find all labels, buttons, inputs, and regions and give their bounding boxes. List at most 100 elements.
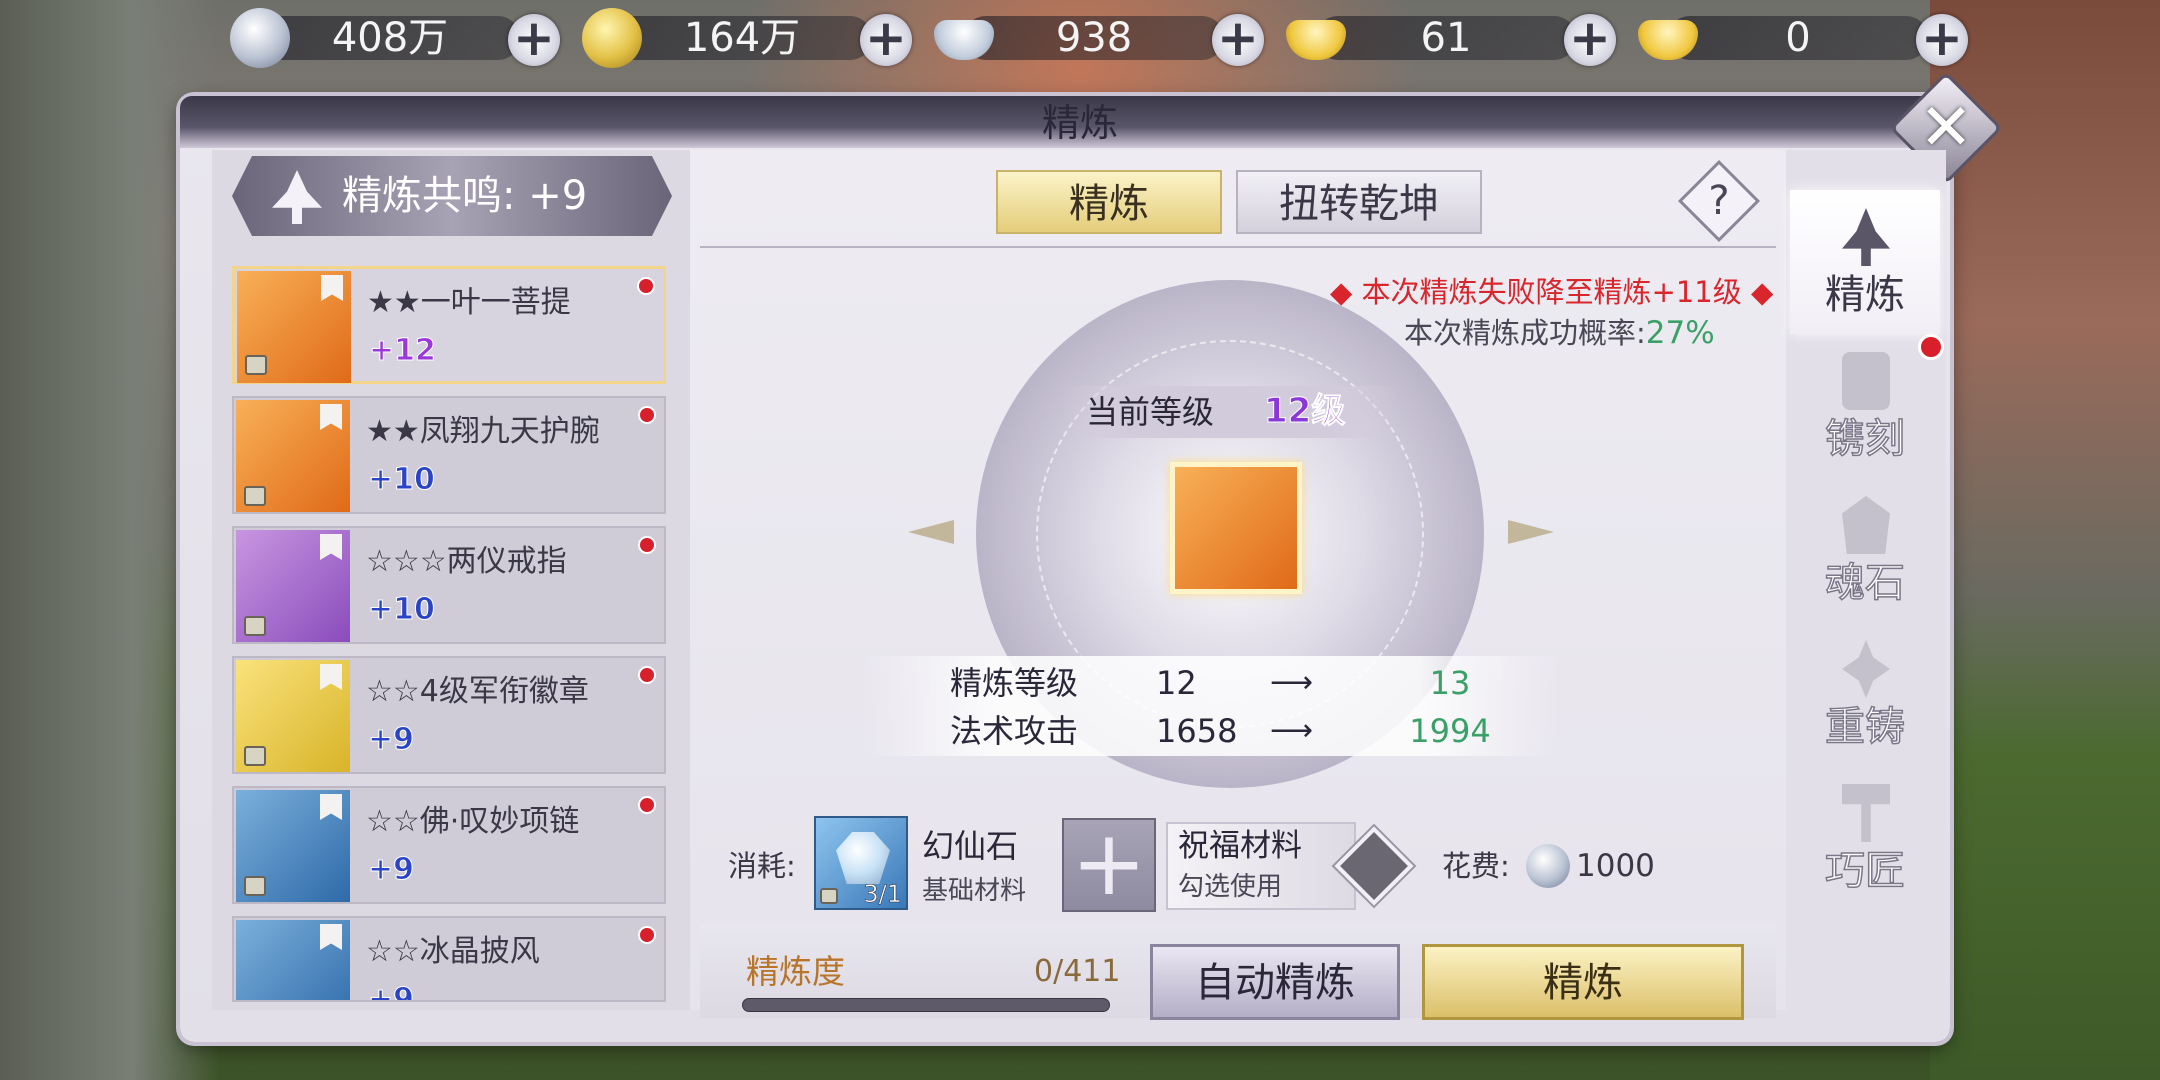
progress-label: 精炼度 [746,952,845,991]
bless-title: 祝福材料 [1178,828,1302,864]
fee-value: 1000 [1576,848,1655,884]
arrow-icon: ⟶ [1270,665,1314,700]
stat-changes: 精炼等级 12 ⟶ 13 法术攻击 1658 ⟶ 1994 [860,656,1560,756]
add-currency-button[interactable]: + [860,13,912,66]
engrave-icon [1842,352,1890,410]
resonance-label: 精炼共鸣: +9 [342,173,588,219]
recast-icon [1842,640,1890,698]
probability-label: 本次精炼成功概率: [1404,316,1646,350]
item-name: ★★凤翔九天护腕 [366,414,600,449]
side-tab-soulstone[interactable]: 魂石 [1790,478,1940,622]
red-dot-badge [638,926,656,944]
currency-gold-coin: 164万 + [582,6,912,68]
current-level: 当前等级 12级 [1060,386,1400,438]
red-dot-badge [637,277,655,295]
currency-locked-gold-ingot: 61 + [1286,6,1616,66]
stat-row: 精炼等级 12 ⟶ 13 [860,660,1560,706]
arrow-left-icon [908,520,954,544]
item-level: +9 [367,852,415,888]
red-dot-badge [638,796,656,814]
lock-icon [244,486,266,506]
material-name: 幻仙石 [922,827,1019,865]
side-tab-engrave[interactable]: 镌刻 [1790,334,1940,478]
auto-refine-button[interactable]: 自动精炼 [1150,944,1400,1020]
stat-from: 12 [1156,664,1197,702]
item-level: +12 [369,333,437,369]
item-name: ★★一叶一菩提 [367,285,571,320]
item-name: ☆☆4级军衔徽章 [366,674,589,709]
side-tab-recast[interactable]: 重铸 [1790,622,1940,766]
item-name: ☆☆冰晶披风 [366,934,540,969]
side-tab-label: 巧匠 [1824,847,1906,895]
item-level: +10 [368,592,436,628]
arrow-right-icon [1508,520,1554,544]
equipment-item[interactable]: ☆☆☆两仪戒指 +10 [232,526,666,644]
item-name: ☆☆☆两仪戒指 [366,544,567,579]
equipment-item[interactable]: ★★一叶一菩提 +12 [232,266,666,384]
stat-from: 1658 [1156,712,1238,750]
stat-label: 精炼等级 [950,664,1079,702]
tab-reverse[interactable]: 扭转乾坤 [1236,170,1482,234]
fail-warning: ◆ 本次精炼失败降至精炼+11级 ◆ [1330,275,1774,309]
side-tab-label: 镌刻 [1824,415,1906,463]
red-dot-badge [1918,334,1944,360]
crystal-icon [836,832,890,884]
bless-material[interactable]: 祝福材料 勾选使用 [1166,822,1356,910]
equipment-item[interactable]: ☆☆4级军衔徽章 +9 [232,656,666,774]
craftsman-icon [1842,784,1890,842]
stat-label: 法术攻击 [950,712,1079,750]
equipment-item[interactable]: ☆☆冰晶披风 +9 [232,916,666,1002]
success-probability: 本次精炼成功概率:27% [1404,314,1715,352]
progress-bar [742,998,1110,1012]
equipment-item[interactable]: ★★凤翔九天护腕 +10 [232,396,666,514]
add-currency-button[interactable]: + [1916,13,1968,66]
currency-value: 408万 [331,15,449,61]
question-icon: ? [1708,178,1730,224]
stat-to: 13 [1429,664,1471,702]
fee-label: 花费: [1442,849,1510,883]
red-dot-badge [638,406,656,424]
consume-label: 消耗: [728,849,796,883]
red-dot-badge [638,536,656,554]
silver-coin-icon [1526,844,1570,888]
refine-button[interactable]: 精炼 [1422,944,1744,1020]
lock-icon [820,888,838,904]
arrow-icon: ⟶ [1270,713,1314,748]
gold-coin-icon [582,8,642,68]
item-level: +10 [368,462,436,498]
divider [700,246,1776,248]
add-currency-button[interactable]: + [1212,13,1264,66]
tab-refine[interactable]: 精炼 [996,170,1222,234]
material-type: 基础材料 [922,876,1027,906]
bless-subtitle: 勾选使用 [1178,872,1283,902]
add-currency-button[interactable]: + [1564,13,1616,66]
material-slot[interactable]: 3/1 [814,816,908,910]
item-level: +9 [367,722,415,758]
equipment-item[interactable]: ☆☆佛·叹妙项链 +9 [232,786,666,904]
progress-value: 0/411 [1034,954,1121,989]
stat-row: 法术攻击 1658 ⟶ 1994 [860,708,1560,754]
side-tab-label: 魂石 [1824,559,1906,607]
currency-value: 0 [1785,15,1811,61]
selected-sword-icon[interactable] [1170,462,1302,594]
current-level-label: 当前等级 [1086,393,1215,431]
red-dot-badge [638,666,656,684]
item-name: ☆☆佛·叹妙项链 [366,804,580,839]
lock-icon [244,746,266,766]
currency-gold-ingot: 0 + [1638,6,1968,66]
lock-icon [245,355,267,375]
add-bless-material-button[interactable]: + [1062,818,1156,912]
add-currency-button[interactable]: + [508,13,560,66]
currency-silver-coin: 408万 + [230,6,560,68]
side-tab-craftsman[interactable]: 巧匠 [1790,766,1940,910]
current-level-value: 12级 [1263,391,1346,432]
stat-to: 1994 [1409,712,1491,750]
lock-icon [244,876,266,896]
side-tab-label: 精炼 [1825,272,1905,318]
side-tab-refine[interactable]: 精炼 [1790,190,1940,334]
currency-value: 61 [1420,15,1472,61]
item-level: +9 [367,982,415,1002]
currency-value: 938 [1055,15,1133,61]
silver-coin-icon [230,8,290,68]
soulstone-icon [1842,496,1890,554]
